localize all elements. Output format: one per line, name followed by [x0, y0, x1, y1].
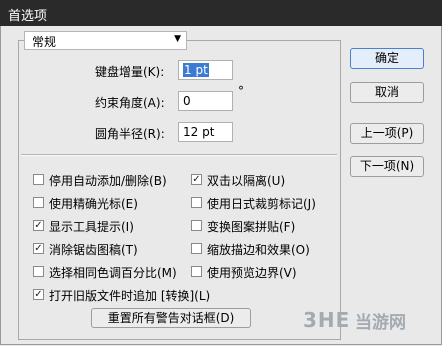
- checkbox-box: [33, 174, 44, 185]
- cancel-button[interactable]: 取消: [350, 82, 424, 103]
- constrain-angle-label: 约束角度(A):: [95, 96, 165, 110]
- keyboard-increment-label: 键盘增量(K):: [95, 65, 165, 79]
- constrain-angle-value: 0: [183, 94, 191, 108]
- title-bar: 首选项: [0, 0, 442, 26]
- corner-radius-value: 12 pt: [183, 125, 215, 139]
- keyboard-increment-value: 1 pt: [183, 63, 209, 77]
- checkbox-label: 消除锯齿图稿(T): [49, 243, 138, 257]
- divider: [21, 154, 337, 156]
- checkbox-box: [191, 266, 202, 277]
- checkbox-box: [33, 266, 44, 277]
- corner-radius-input[interactable]: 12 pt: [178, 122, 233, 142]
- checkbox-box: [191, 197, 202, 208]
- chevron-down-icon: ▼: [174, 34, 181, 44]
- degree-unit: °: [238, 84, 244, 98]
- checkbox-box: ✓: [33, 220, 44, 231]
- watermark-logo-mark: 3HE: [303, 308, 351, 332]
- checkbox-label: 显示工具提示(I): [49, 220, 134, 234]
- reset-warnings-button[interactable]: 重置所有警告对话框(D): [91, 308, 251, 328]
- category-dropdown-value: 常规: [32, 35, 57, 49]
- keyboard-increment-input[interactable]: 1 pt: [178, 60, 233, 80]
- checkbox-box: ✓: [33, 243, 44, 254]
- preferences-dialog: 常规 ▼ 键盘增量(K): 1 pt 约束角度(A): 0 ° 圆角半径(R):…: [0, 26, 442, 345]
- checkbox-label: 使用预览边界(V): [207, 266, 297, 280]
- watermark-text: 当游网: [355, 313, 406, 333]
- checkbox-box: [191, 220, 202, 231]
- corner-radius-label: 圆角半径(R):: [95, 127, 165, 141]
- checkbox-box: ✓: [33, 289, 44, 300]
- checkbox-label: 使用精确光标(E): [49, 197, 138, 211]
- checkbox-label: 停用自动添加/删除(B): [49, 174, 167, 188]
- constrain-angle-input[interactable]: 0: [178, 91, 233, 111]
- checkbox-label: 打开旧版文件时追加 [转换](L): [49, 289, 211, 303]
- checkbox-label: 双击以隔离(U): [207, 174, 286, 188]
- watermark-logo: 3HE 当游网: [303, 304, 441, 346]
- checkbox-label: 使用日式裁剪标记(J): [207, 197, 316, 211]
- checkbox-box: [33, 197, 44, 208]
- category-dropdown[interactable]: 常规 ▼: [24, 31, 187, 50]
- window-title: 首选项: [8, 9, 48, 24]
- ok-button[interactable]: 确定: [350, 48, 424, 69]
- checkbox-box: ✓: [191, 174, 202, 185]
- checkbox-label: 变换图案拼贴(F): [207, 220, 296, 234]
- checkbox-box: [191, 243, 202, 254]
- previous-button[interactable]: 上一项(P): [350, 123, 424, 144]
- checkbox-label: 选择相同色调百分比(M): [49, 266, 177, 280]
- checkbox-label: 缩放描边和效果(O): [207, 243, 310, 257]
- next-button[interactable]: 下一项(N): [350, 156, 424, 177]
